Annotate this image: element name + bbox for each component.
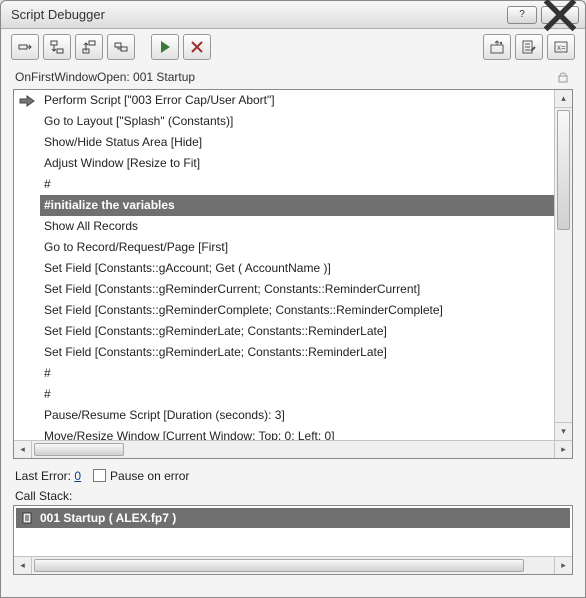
scroll-thumb-horizontal[interactable] — [34, 443, 124, 456]
script-line[interactable]: Go to Record/Request/Page [First] — [40, 237, 554, 258]
data-viewer-button[interactable]: x= — [547, 34, 575, 60]
last-error: Last Error: 0 — [15, 469, 81, 483]
stop-button[interactable] — [183, 34, 211, 60]
step-icon — [113, 39, 129, 55]
script-line[interactable]: Adjust Window [Resize to Fit] — [40, 153, 554, 174]
last-error-value[interactable]: 0 — [74, 469, 81, 483]
script-line[interactable]: Set Field [Constants::gReminderCurrent; … — [40, 279, 554, 300]
callstack-item[interactable]: 001 Startup ( ALEX.fp7 ) — [16, 508, 570, 528]
callstack-pane: 001 Startup ( ALEX.fp7 ) ◂ ▸ — [13, 505, 573, 575]
close-button[interactable] — [541, 6, 579, 24]
checkbox-icon — [93, 469, 106, 482]
script-lines-list[interactable]: Perform Script ["003 Error Cap/User Abor… — [40, 90, 554, 440]
stop-icon — [189, 39, 205, 55]
open-script-icon — [489, 39, 505, 55]
toolbar: x= — [1, 29, 585, 65]
last-error-label: Last Error: — [15, 469, 71, 483]
script-line[interactable]: Go to Layout ["Splash" (Constants)] — [40, 111, 554, 132]
run-button[interactable] — [151, 34, 179, 60]
script-line[interactable]: Pause/Resume Script [Duration (seconds):… — [40, 405, 554, 426]
step-over-icon — [17, 39, 33, 55]
script-debugger-window: Script Debugger ? — [0, 0, 586, 598]
play-icon — [157, 39, 173, 55]
script-name-label: OnFirstWindowOpen: 001 Startup — [15, 70, 195, 84]
svg-text:x=: x= — [557, 43, 566, 52]
edit-script-button[interactable] — [515, 34, 543, 60]
close-icon — [542, 0, 578, 33]
step-button[interactable] — [107, 34, 135, 60]
script-line[interactable]: Set Field [Constants::gAccount; Get ( Ac… — [40, 258, 554, 279]
script-line[interactable]: Move/Resize Window [Current Window; Top:… — [40, 426, 554, 440]
scroll-thumb-horizontal[interactable] — [34, 559, 524, 572]
lock-icon — [555, 69, 571, 85]
window-title: Script Debugger — [11, 7, 503, 22]
scroll-right-button[interactable]: ▸ — [554, 441, 572, 458]
script-line[interactable]: Set Field [Constants::gReminderLate; Con… — [40, 321, 554, 342]
script-line[interactable]: Show All Records — [40, 216, 554, 237]
script-line[interactable]: #initialize the variables — [40, 195, 554, 216]
horizontal-scrollbar[interactable]: ◂ ▸ — [14, 440, 572, 458]
vertical-scrollbar[interactable]: ▴ ▾ — [554, 90, 572, 440]
script-line[interactable]: Set Field [Constants::gReminderComplete;… — [40, 300, 554, 321]
titlebar: Script Debugger ? — [1, 1, 585, 29]
script-name-row: OnFirstWindowOpen: 001 Startup — [1, 65, 585, 87]
script-steps-pane: Perform Script ["003 Error Cap/User Abor… — [13, 89, 573, 459]
step-out-icon — [81, 39, 97, 55]
callstack-list[interactable]: 001 Startup ( ALEX.fp7 ) — [14, 506, 572, 556]
scroll-right-button[interactable]: ▸ — [554, 557, 572, 574]
script-line[interactable]: # — [40, 363, 554, 384]
step-out-button[interactable] — [75, 34, 103, 60]
pause-on-error-label: Pause on error — [110, 469, 189, 483]
data-viewer-icon: x= — [553, 39, 569, 55]
script-line[interactable]: # — [40, 384, 554, 405]
script-line[interactable]: Set Field [Constants::gReminderLate; Con… — [40, 342, 554, 363]
step-over-button[interactable] — [11, 34, 39, 60]
status-row: Last Error: 0 Pause on error — [1, 465, 585, 487]
scroll-left-button[interactable]: ◂ — [14, 441, 32, 458]
callstack-horizontal-scrollbar[interactable]: ◂ ▸ — [14, 556, 572, 574]
scroll-down-button[interactable]: ▾ — [555, 422, 572, 440]
step-into-button[interactable] — [43, 34, 71, 60]
callstack-item-label: 001 Startup ( ALEX.fp7 ) — [40, 511, 176, 525]
script-line[interactable]: Show/Hide Status Area [Hide] — [40, 132, 554, 153]
callstack-label: Call Stack: — [1, 487, 585, 505]
script-line[interactable]: # — [40, 174, 554, 195]
script-gutter — [14, 90, 40, 440]
pause-on-error-checkbox[interactable]: Pause on error — [93, 469, 189, 483]
step-into-icon — [49, 39, 65, 55]
open-script-button[interactable] — [483, 34, 511, 60]
script-line[interactable]: Perform Script ["003 Error Cap/User Abor… — [40, 90, 554, 111]
edit-script-icon — [521, 39, 537, 55]
scroll-up-button[interactable]: ▴ — [555, 90, 572, 108]
script-icon — [22, 512, 34, 524]
help-button[interactable]: ? — [507, 6, 537, 24]
scroll-thumb-vertical[interactable] — [557, 110, 570, 230]
current-step-arrow-icon — [17, 90, 37, 111]
help-icon: ? — [519, 9, 525, 20]
scroll-left-button[interactable]: ◂ — [14, 557, 32, 574]
